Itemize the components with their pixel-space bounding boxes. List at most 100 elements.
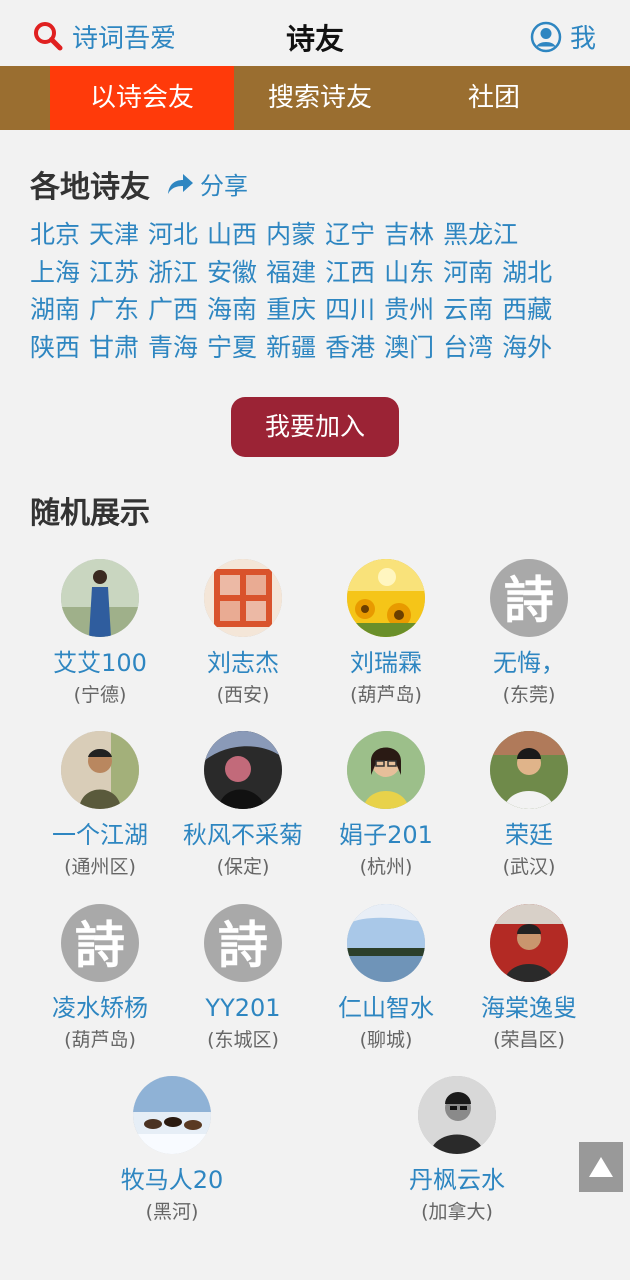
region-link[interactable]: 湖北: [502, 254, 552, 292]
member-name[interactable]: 秋风不采菊: [168, 819, 318, 851]
member-name[interactable]: 一个江湖: [25, 819, 175, 851]
member-location: (加拿大): [421, 1201, 493, 1223]
avatar[interactable]: [490, 731, 568, 809]
tab-search-friends[interactable]: 搜索诗友: [234, 66, 406, 130]
region-link[interactable]: 北京: [30, 216, 80, 254]
member-card[interactable]: 詩无悔， (东莞): [454, 559, 604, 707]
avatar[interactable]: [347, 559, 425, 637]
region-link[interactable]: 海外: [502, 329, 552, 367]
region-link[interactable]: 宁夏: [207, 329, 257, 367]
member-name[interactable]: 海棠逸叟: [454, 992, 604, 1024]
scroll-to-top-button[interactable]: [579, 1142, 623, 1192]
avatar[interactable]: [204, 559, 282, 637]
member-card[interactable]: 娟子201 (杭州): [311, 731, 461, 879]
region-link[interactable]: 浙江: [148, 254, 198, 292]
member-card[interactable]: 海棠逸叟 (荣昌区): [454, 904, 604, 1052]
member-card[interactable]: 仁山智水 (聊城): [311, 904, 461, 1052]
avatar[interactable]: [61, 559, 139, 637]
region-link[interactable]: 新疆: [266, 329, 316, 367]
member-card[interactable]: 詩 YY201 (东城区): [168, 904, 318, 1052]
region-link[interactable]: 重庆: [266, 291, 316, 329]
member-name[interactable]: 凌水矫杨: [25, 992, 175, 1024]
region-row: 陕西 甘肃 青海 宁夏 新疆 香港 澳门 台湾 海外: [30, 329, 610, 367]
region-link[interactable]: 河南: [443, 254, 493, 292]
region-link[interactable]: 广东: [89, 291, 139, 329]
regions-title: 各地诗友: [30, 170, 150, 205]
region-link[interactable]: 辽宁: [325, 216, 375, 254]
avatar[interactable]: 詩: [61, 904, 139, 982]
member-name[interactable]: 牧马人20: [97, 1164, 247, 1196]
member-card[interactable]: 一个江湖 (通州区): [25, 731, 175, 879]
region-link[interactable]: 福建: [266, 254, 316, 292]
avatar[interactable]: 詩: [490, 559, 568, 637]
member-card[interactable]: 丹枫云水 (加拿大): [382, 1076, 532, 1224]
member-card[interactable]: 荣廷 (武汉): [454, 731, 604, 879]
avatar[interactable]: [61, 731, 139, 809]
member-name[interactable]: 刘志杰: [168, 647, 318, 679]
user-profile-link[interactable]: 我: [530, 18, 596, 55]
random-display-title: 随机展示: [30, 496, 150, 531]
avatar[interactable]: [347, 731, 425, 809]
avatar[interactable]: [347, 904, 425, 982]
region-link[interactable]: 江苏: [89, 254, 139, 292]
region-link[interactable]: 江西: [325, 254, 375, 292]
region-link[interactable]: 山东: [384, 254, 434, 292]
region-link[interactable]: 湖南: [30, 291, 80, 329]
region-link[interactable]: 台湾: [443, 329, 493, 367]
region-link[interactable]: 上海: [30, 254, 80, 292]
member-name[interactable]: 艾艾100: [25, 647, 175, 679]
member-name[interactable]: 丹枫云水: [382, 1164, 532, 1196]
member-card[interactable]: 詩凌水矫杨 (葫芦岛): [25, 904, 175, 1052]
avatar[interactable]: 詩: [204, 904, 282, 982]
region-link[interactable]: 海南: [207, 291, 257, 329]
avatar[interactable]: [418, 1076, 496, 1154]
member-card[interactable]: 刘瑞霖 (葫芦岛): [311, 559, 461, 707]
region-link[interactable]: 青海: [148, 329, 198, 367]
region-link[interactable]: 内蒙: [266, 216, 316, 254]
region-link[interactable]: 澳门: [384, 329, 434, 367]
member-name[interactable]: 刘瑞霖: [311, 647, 461, 679]
region-link[interactable]: 山西: [207, 216, 257, 254]
region-link[interactable]: 黑龙江: [443, 216, 518, 254]
region-link[interactable]: 天津: [89, 216, 139, 254]
member-location: (杭州): [359, 856, 413, 878]
avatar[interactable]: [490, 904, 568, 982]
join-button[interactable]: 我要加入: [231, 397, 399, 457]
member-name[interactable]: YY201: [168, 992, 318, 1024]
region-link[interactable]: 陕西: [30, 329, 80, 367]
member-card[interactable]: 艾艾100 (宁德): [25, 559, 175, 707]
region-link[interactable]: 云南: [443, 291, 493, 329]
region-link[interactable]: 四川: [325, 291, 375, 329]
user-icon: [530, 21, 562, 52]
region-link[interactable]: 西藏: [502, 291, 552, 329]
member-location: (葫芦岛): [64, 1029, 136, 1051]
region-link[interactable]: 安徽: [207, 254, 257, 292]
member-name[interactable]: 无悔，: [454, 647, 604, 679]
region-link[interactable]: 贵州: [384, 291, 434, 329]
region-row: 北京 天津 河北 山西 内蒙 辽宁 吉林 黑龙江: [30, 216, 610, 254]
tab-meet-friends[interactable]: 以诗会友: [50, 66, 234, 130]
region-link[interactable]: 河北: [148, 216, 198, 254]
avatar[interactable]: [133, 1076, 211, 1154]
arrow-up-icon: [589, 1157, 613, 1177]
share-label: 分享: [200, 172, 248, 200]
region-list: 北京 天津 河北 山西 内蒙 辽宁 吉林 黑龙江 上海 江苏 浙江 安徽 福建 江西 山东 河南 湖北 湖南 广东广…: [30, 216, 610, 366]
member-name[interactable]: 娟子201: [311, 819, 461, 851]
member-card[interactable]: 刘志杰 (西安): [168, 559, 318, 707]
member-card[interactable]: 秋风不采菊 (保定): [168, 731, 318, 879]
region-link[interactable]: 甘肃: [89, 329, 139, 367]
app-header: 诗词吾爱 诗友 我: [0, 0, 630, 66]
member-card[interactable]: 牧马人20 (黑河): [97, 1076, 247, 1224]
region-row: 湖南 广东 广西 海南 重庆 四川 贵州 云南 西藏: [30, 291, 610, 329]
share-link[interactable]: 分享: [166, 166, 248, 201]
avatar[interactable]: [204, 731, 282, 809]
member-location: (黑河): [145, 1201, 199, 1223]
default-avatar-char: 詩: [75, 915, 125, 975]
region-link[interactable]: 香港: [325, 329, 375, 367]
member-name[interactable]: 仁山智水: [311, 992, 461, 1024]
region-link[interactable]: 吉林: [384, 216, 434, 254]
default-avatar-char: 詩: [218, 915, 268, 975]
region-link[interactable]: 广西: [148, 291, 198, 329]
tab-clubs[interactable]: 社团: [406, 66, 582, 130]
member-name[interactable]: 荣廷: [454, 819, 604, 851]
